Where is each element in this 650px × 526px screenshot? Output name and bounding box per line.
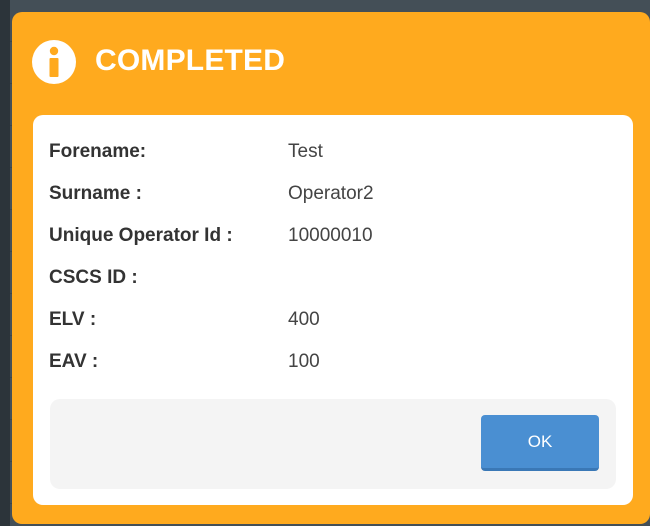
surname-label: Surname : (49, 183, 142, 204)
info-icon (32, 40, 76, 84)
detail-row-elv: ELV : 400 (49, 307, 619, 333)
backdrop-edge (0, 0, 10, 526)
completed-dialog: COMPLETED Forename: Test Surname : Opera… (12, 12, 650, 524)
detail-row-cscs-id: CSCS ID : (49, 265, 619, 291)
forename-value: Test (288, 141, 323, 162)
surname-value: Operator2 (288, 183, 374, 204)
detail-row-eav: EAV : 100 (49, 349, 619, 375)
operator-id-value: 10000010 (288, 225, 373, 246)
operator-id-label: Unique Operator Id : (49, 225, 233, 246)
eav-value: 100 (288, 351, 320, 372)
detail-row-surname: Surname : Operator2 (49, 181, 619, 207)
detail-row-operator-id: Unique Operator Id : 10000010 (49, 223, 619, 249)
dialog-title: COMPLETED (95, 44, 286, 77)
detail-row-forename: Forename: Test (49, 139, 619, 165)
cscs-id-label: CSCS ID : (49, 267, 138, 288)
eav-label: EAV : (49, 351, 99, 372)
ok-button[interactable]: OK (481, 415, 599, 471)
dialog-footer: OK (50, 399, 616, 489)
forename-label: Forename: (49, 141, 147, 162)
dialog-body: Forename: Test Surname : Operator2 Uniqu… (33, 115, 633, 505)
dialog-header: COMPLETED (12, 12, 650, 112)
elv-label: ELV : (49, 309, 97, 330)
elv-value: 400 (288, 309, 320, 330)
